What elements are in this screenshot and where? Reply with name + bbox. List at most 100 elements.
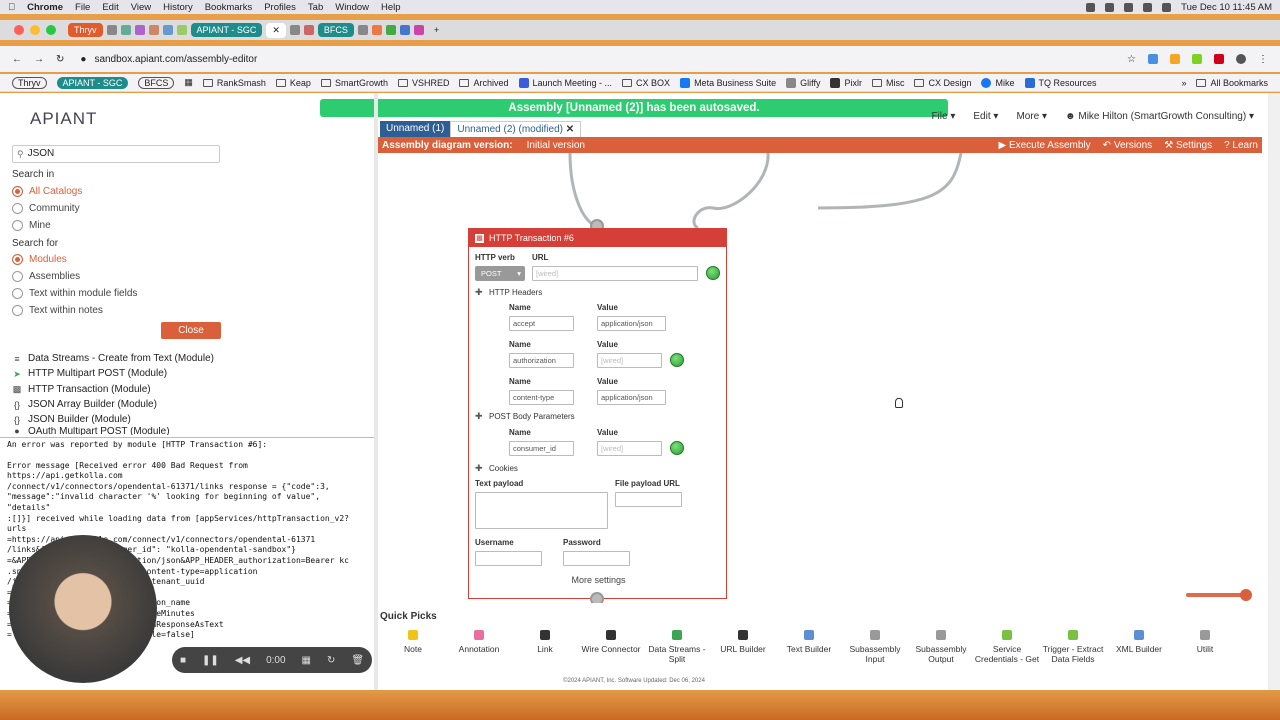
extension-icon[interactable] — [1170, 54, 1180, 64]
all-bookmarks[interactable]: All Bookmarks — [1196, 78, 1268, 88]
menu-file[interactable]: File ▾ — [931, 111, 955, 122]
close-button[interactable]: Close — [161, 322, 221, 339]
header-name-field[interactable]: authorization — [509, 353, 574, 368]
tab-favicon[interactable] — [385, 25, 396, 35]
search-icon[interactable] — [1162, 2, 1172, 12]
menu-history[interactable]: History — [163, 2, 193, 13]
bookmark-star-icon[interactable]: ☆ — [1127, 54, 1136, 65]
forward-icon[interactable]: → — [34, 54, 44, 65]
radio-mine[interactable]: Mine — [12, 220, 51, 231]
node-header[interactable]: ▩ HTTP Transaction #6 — [469, 229, 726, 247]
quick-pick-annotation[interactable]: Annotation — [446, 630, 512, 664]
wire[interactable] — [817, 153, 963, 210]
header-value-field[interactable]: application/json — [597, 390, 666, 405]
version-value[interactable]: Initial version — [527, 140, 585, 151]
menu-bookmarks[interactable]: Bookmarks — [205, 2, 253, 13]
expand-icon[interactable]: ✚ — [475, 411, 483, 422]
radio-text-fields[interactable]: Text within module fields — [12, 288, 137, 299]
list-item[interactable]: ➤ HTTP Multipart POST (Module) — [12, 366, 372, 381]
radio-assemblies[interactable]: Assemblies — [12, 271, 80, 282]
radio-modules[interactable]: Modules — [12, 254, 67, 265]
quick-pick-xml-builder[interactable]: XML Builder — [1106, 630, 1172, 664]
header-name-field[interactable]: content-type — [509, 390, 574, 405]
quick-pick-utility[interactable]: Utilit — [1172, 630, 1238, 664]
bookmark-item[interactable]: Meta Business Suite — [680, 77, 776, 88]
expand-icon[interactable]: ✚ — [475, 287, 483, 298]
search-input[interactable]: ⚲ JSON — [12, 145, 220, 163]
minimize-window-icon[interactable] — [30, 25, 40, 35]
tab-favicon[interactable] — [120, 25, 131, 35]
wire[interactable] — [692, 153, 770, 230]
tab-apiant-sgc[interactable]: APIANT - SGC — [190, 23, 263, 37]
quick-pick-wire-connector[interactable]: Wire Connector — [578, 630, 644, 664]
status-icon[interactable] — [1124, 2, 1134, 12]
zoom-window-icon[interactable] — [46, 25, 56, 35]
bookmark-item[interactable]: CX Design — [914, 78, 971, 88]
settings-button[interactable]: ⚒ Settings — [1164, 140, 1212, 151]
password-field[interactable] — [563, 551, 630, 566]
close-window-icon[interactable] — [14, 25, 24, 35]
url-field[interactable]: [wired] — [532, 266, 698, 281]
profile-avatar[interactable] — [1236, 54, 1246, 64]
status-icon[interactable] — [1105, 2, 1115, 12]
menu-tab[interactable]: Tab — [308, 2, 323, 13]
radio-all-catalogs[interactable]: All Catalogs — [12, 186, 82, 197]
http-transaction-node[interactable]: ▩ HTTP Transaction #6 HTTP verb URL POST… — [468, 228, 727, 599]
expand-icon[interactable]: ✚ — [475, 463, 483, 474]
menu-help[interactable]: Help — [381, 2, 401, 13]
page-scrollbar[interactable] — [1268, 93, 1280, 690]
wifi-icon[interactable] — [1143, 2, 1153, 12]
address-field[interactable]: ● sandbox.apiant.com/assembly-editor — [76, 49, 1115, 69]
bookmark-item[interactable]: Archived — [459, 78, 509, 88]
more-bookmarks-icon[interactable]: » — [1181, 78, 1186, 88]
bookmark-item[interactable]: RankSmash — [202, 78, 266, 88]
extension-icon[interactable] — [1192, 54, 1202, 64]
verb-select[interactable]: POST ▾ — [475, 266, 525, 281]
extension-icon[interactable] — [1214, 54, 1224, 64]
status-icon[interactable] — [1086, 2, 1096, 12]
body-name-field[interactable]: consumer_id — [509, 441, 574, 456]
execute-assembly-button[interactable]: ▶ Execute Assembly — [998, 140, 1090, 151]
quick-pick-link[interactable]: Link — [512, 630, 578, 664]
tab-favicon[interactable] — [176, 25, 187, 35]
doc-tab-unnamed-2[interactable]: Unnamed (2) (modified) ✕ — [450, 121, 582, 138]
bookmark-item[interactable]: VSHRED — [397, 78, 449, 88]
quick-pick-text-builder[interactable]: Text Builder — [776, 630, 842, 664]
bookmark-item[interactable]: Misc — [871, 78, 904, 88]
tab-favicon[interactable] — [134, 25, 145, 35]
restart-icon[interactable]: ↻ — [327, 655, 335, 666]
bookmark-item[interactable]: CX BOX — [622, 78, 670, 88]
bookmark-item[interactable]: Mike — [981, 77, 1015, 88]
tab-favicon[interactable] — [289, 25, 300, 35]
radio-text-notes[interactable]: Text within notes — [12, 305, 103, 316]
site-info-icon[interactable]: ● — [80, 54, 86, 65]
list-item[interactable]: ● OAuth Multipart POST (Module) — [12, 427, 372, 435]
quick-pick-url-builder[interactable]: URL Builder — [710, 630, 776, 664]
menu-more[interactable]: More ▾ — [1016, 111, 1047, 122]
text-payload-field[interactable] — [475, 492, 608, 529]
wired-indicator[interactable] — [670, 353, 684, 367]
tab-favicon[interactable] — [413, 25, 424, 35]
reload-icon[interactable]: ↻ — [56, 54, 64, 65]
tab-favicon[interactable] — [371, 25, 382, 35]
menu-window[interactable]: Window — [335, 2, 369, 13]
wire[interactable] — [568, 153, 598, 228]
tab-favicon[interactable] — [148, 25, 159, 35]
app-name[interactable]: Chrome — [27, 2, 63, 13]
extension-icon[interactable] — [1148, 54, 1158, 64]
list-item[interactable]: ▩ HTTP Transaction (Module) — [12, 382, 372, 397]
tab-thryv[interactable]: Thryv — [68, 23, 103, 37]
username-field[interactable] — [475, 551, 542, 566]
close-tab-icon[interactable]: ✕ — [566, 124, 574, 135]
quick-pick-note[interactable]: Note — [380, 630, 446, 664]
tab-active[interactable]: ✕ — [266, 22, 286, 38]
trash-icon[interactable]: 🗑 — [351, 655, 364, 666]
wired-indicator[interactable] — [670, 441, 684, 455]
quick-pick-data-streams-split[interactable]: Data Streams - Split — [644, 630, 710, 664]
kebab-menu-icon[interactable]: ⋮ — [1258, 54, 1268, 65]
quick-pick-trigger-extract[interactable]: Trigger - Extract Data Fields — [1040, 630, 1106, 664]
tab-favicon[interactable] — [106, 25, 117, 35]
bookmark-badge[interactable]: Thryv — [12, 76, 47, 89]
output-port[interactable] — [590, 592, 604, 603]
menu-view[interactable]: View — [131, 2, 151, 13]
